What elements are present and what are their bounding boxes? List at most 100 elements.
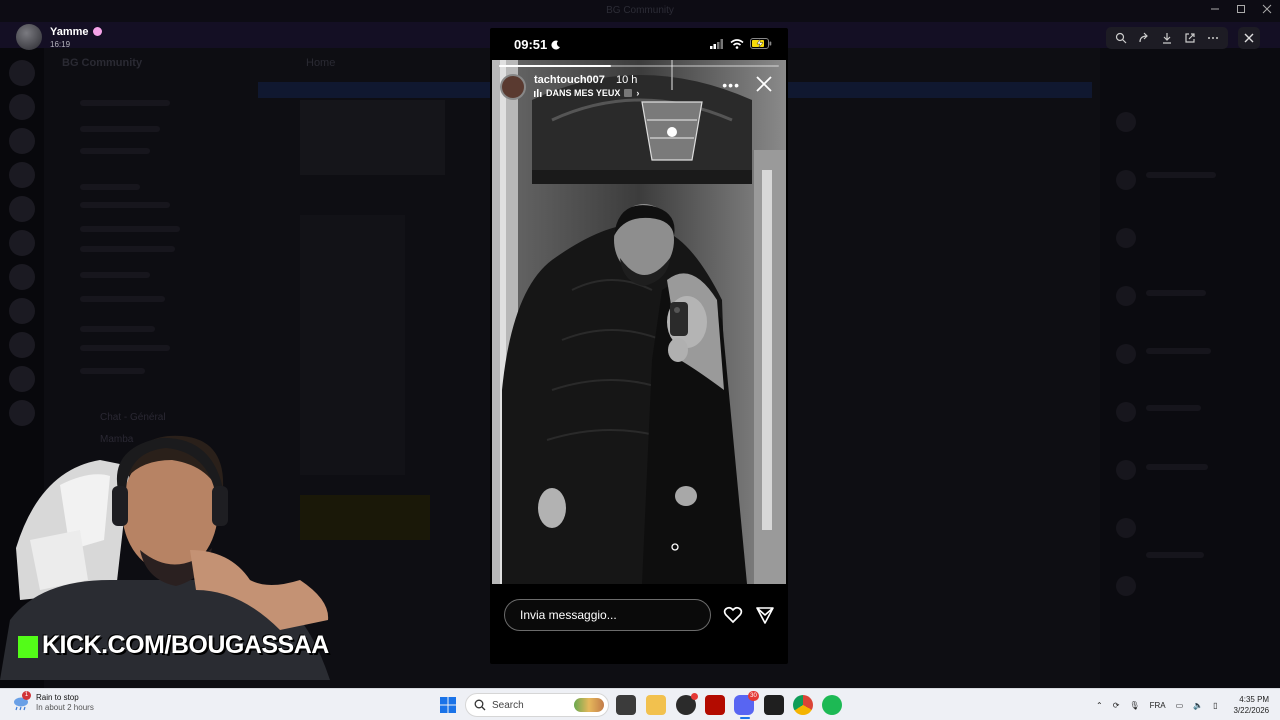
search-highlight-icon [574,698,604,712]
language-indicator[interactable]: FRA [1150,701,1166,710]
minimize-icon[interactable] [1210,4,1220,14]
wifi-icon [730,38,744,49]
clock-date: 3/22/2026 [1233,706,1270,715]
app-title-bar: BG Community [0,0,1280,22]
server-name[interactable]: BG Community [62,57,142,69]
member-avatar[interactable] [1116,402,1136,422]
start-button[interactable] [440,697,456,713]
taskbar-app-terminal[interactable] [764,695,784,715]
channel-item[interactable] [80,368,145,374]
explicit-icon [624,89,633,97]
server-icon[interactable] [9,230,35,256]
channel-label[interactable]: Chat - Général [100,412,166,423]
phone-status-bar: 09:51 [490,28,788,60]
taskbar-app-file-manager[interactable] [616,695,636,715]
member-name [1146,172,1216,178]
story-more-icon[interactable]: ••• [722,77,740,93]
recording-dot-icon [691,693,698,700]
message-input[interactable] [504,599,711,631]
member-avatar[interactable] [1116,286,1136,306]
channel-item[interactable] [80,100,170,106]
couple-photo [492,60,786,584]
channel-item[interactable] [80,184,140,190]
story-avatar[interactable] [500,74,526,100]
microphone-icon[interactable]: 🎙 [1129,701,1139,710]
server-icon[interactable] [9,94,35,120]
member-name [1146,405,1201,411]
weather-rain-icon: 1 [12,691,31,712]
close-icon [756,76,772,92]
member-avatar[interactable] [1116,518,1136,538]
discord-badge: 30 [748,691,759,701]
open-external-icon[interactable] [1181,29,1199,47]
server-icon[interactable] [9,298,35,324]
zoom-in-icon[interactable] [1112,29,1130,47]
screen: BG Community BG Community Chat - Général… [0,0,1280,720]
phone-time: 09:51 [514,37,561,52]
channel-item[interactable] [80,202,170,208]
server-icon[interactable] [9,366,35,392]
member-avatar[interactable] [1116,460,1136,480]
channel-item[interactable] [80,126,160,132]
author-name-text: Yamme [50,25,89,38]
forward-icon[interactable] [1135,29,1153,47]
channel-item[interactable] [80,148,150,154]
close-icon [1244,33,1254,43]
story-close-button[interactable] [754,74,774,94]
windows-logo-icon [440,697,456,713]
server-icon[interactable] [9,264,35,290]
member-name [1146,290,1206,296]
taskbar-app-discord[interactable]: 30 [734,691,759,715]
server-icon[interactable] [9,162,35,188]
server-icon[interactable] [9,196,35,222]
story-age: 10 h [616,74,638,86]
story-username[interactable]: tachtouch007 [534,74,605,86]
author-time: 16:19 [50,39,71,49]
taskbar-app-spotify[interactable] [822,695,842,715]
member-avatar[interactable] [1116,344,1136,364]
channel-item[interactable] [80,326,155,332]
member-avatar[interactable] [1116,228,1136,248]
battery-tray-icon[interactable]: ▯ [1213,701,1217,710]
server-icon[interactable] [9,60,35,86]
sync-icon[interactable]: ⟳ [1113,701,1120,710]
maximize-icon[interactable] [1236,4,1246,14]
like-button[interactable] [723,605,743,625]
more-icon[interactable] [1204,29,1222,47]
channel-item[interactable] [80,296,165,302]
display-icon[interactable]: ▭ [1176,701,1184,710]
server-icon[interactable] [9,400,35,426]
channel-item[interactable] [80,272,150,278]
member-avatar[interactable] [1116,112,1136,132]
taskbar-app-acrobat[interactable] [705,695,725,715]
story-photo[interactable]: tachtouch007 10 h DANS MES YEUX › ••• [492,60,786,584]
story-music[interactable]: DANS MES YEUX › [534,88,639,98]
weather-widget[interactable]: 1 Rain to stop In about 2 hours [12,691,94,713]
channel-item[interactable] [80,345,170,351]
taskbar-app-chrome[interactable] [793,695,813,715]
message-attachment[interactable] [300,100,445,175]
channel-item[interactable] [80,246,175,252]
avatar[interactable] [16,24,42,50]
member-avatar[interactable] [1116,170,1136,190]
server-icon[interactable] [9,128,35,154]
channel-item[interactable] [80,226,180,232]
chevron-up-icon[interactable]: ⌃ [1096,701,1103,710]
viewer-close-button[interactable] [1238,27,1260,49]
clock[interactable]: 4:35 PM 3/22/2026 [1234,694,1270,716]
volume-icon[interactable]: 🔈 [1193,701,1203,710]
taskbar-search[interactable]: Search [465,693,609,717]
send-button[interactable] [755,605,775,625]
music-title: DANS MES YEUX [546,88,621,98]
story-screenshot: 09:51 tachtouch007 10 h DANS MES YEUX › … [490,28,788,664]
author-name: Yamme [50,26,102,38]
heart-icon [723,606,743,624]
taskbar-app-folder[interactable] [646,695,666,715]
download-icon[interactable] [1158,29,1176,47]
taskbar-app-obs[interactable] [676,693,698,715]
server-icon[interactable] [9,332,35,358]
window-close-icon[interactable] [1262,4,1272,14]
signal-icon [710,38,723,49]
kick-url: KICK.COM/BOUGASSAA [42,631,329,659]
member-avatar[interactable] [1116,576,1136,596]
